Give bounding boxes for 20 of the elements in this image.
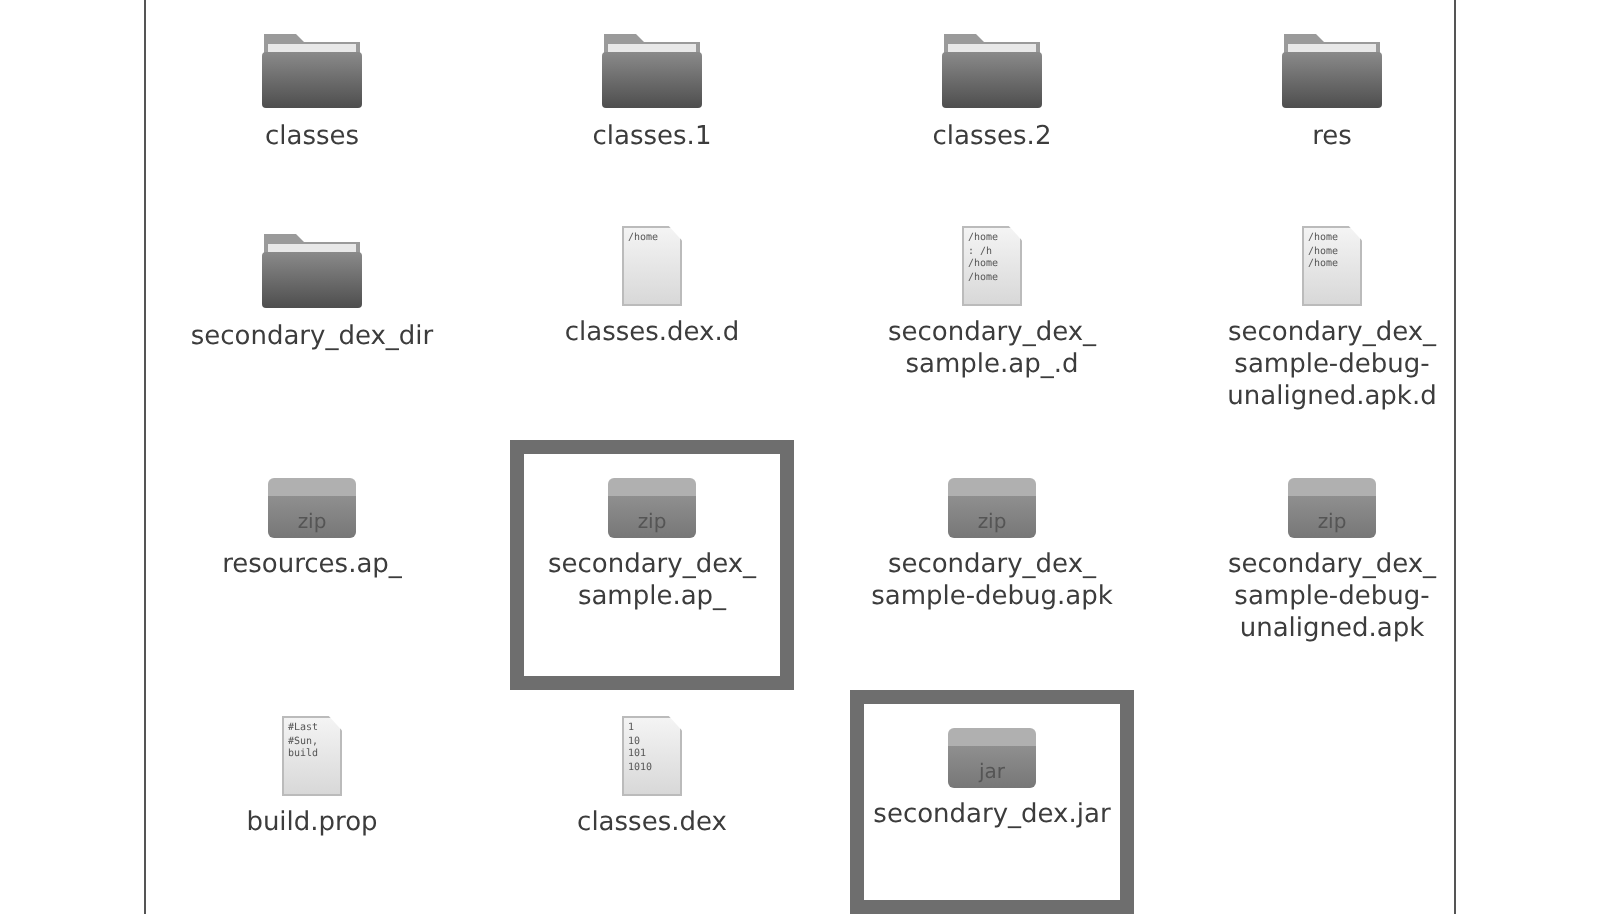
file-tile[interactable]: classes [170, 0, 454, 200]
file-name: classes [264, 122, 360, 154]
file-name: secondary_dex.jar [873, 800, 1111, 832]
file-tile[interactable]: secondary_dex_dir [170, 200, 454, 440]
file-name: classes.1 [592, 122, 712, 154]
file-name: res [1312, 122, 1352, 154]
file-name: classes.dex [577, 808, 727, 840]
file-name: secondary_dex_ sample.ap_.d [887, 318, 1097, 382]
file-name: build.prop [246, 808, 378, 840]
file-name: secondary_dex_ sample-debug- unaligned.apk.d [1227, 318, 1437, 414]
file-name: classes.2 [932, 122, 1052, 154]
file-tile[interactable]: classes.2 [850, 0, 1134, 200]
file-name: secondary_dex_ sample-debug.apk [871, 550, 1113, 614]
file-tile[interactable]: classes.1 [510, 0, 794, 200]
file-name: classes.dex.d [564, 318, 740, 350]
file-name: secondary_dex_dir [190, 322, 434, 354]
file-name: secondary_dex_ sample.ap_ [547, 550, 757, 614]
file-name: secondary_dex_ sample-debug- unaligned.apk [1227, 550, 1437, 646]
file-tile[interactable]: res [1190, 0, 1474, 200]
file-name: resources.ap_ [222, 550, 402, 582]
